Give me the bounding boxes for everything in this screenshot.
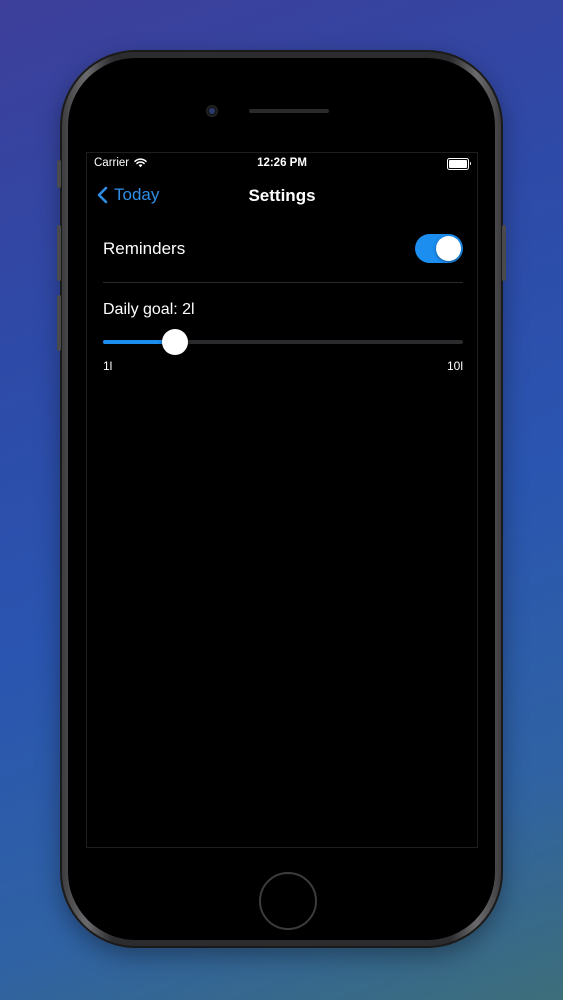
slider-thumb[interactable]	[162, 329, 189, 355]
power-button	[502, 225, 506, 281]
daily-goal-label: Daily goal: 2l	[103, 301, 195, 318]
volume-down-button	[57, 295, 61, 351]
reminders-row: Reminders	[103, 223, 463, 283]
toggle-knob	[436, 236, 461, 261]
app-screen: Carrier 12:26 PM Today Settings Reminder…	[86, 152, 478, 848]
daily-goal-slider[interactable]	[103, 329, 463, 355]
silent-switch	[57, 160, 61, 188]
reminders-label: Reminders	[103, 239, 186, 258]
reminders-toggle[interactable]	[415, 234, 463, 263]
slider-min-label: 1l	[103, 359, 113, 373]
earpiece-speaker	[249, 109, 329, 113]
status-bar: Carrier 12:26 PM	[87, 153, 477, 177]
home-button[interactable]	[259, 872, 317, 930]
battery-icon	[447, 158, 471, 170]
daily-goal-row: Daily goal: 2l 1l 10l	[103, 293, 463, 373]
page-title: Settings	[248, 186, 316, 205]
slider-max-label: 10l	[446, 359, 463, 373]
status-time: 12:26 PM	[257, 157, 307, 169]
navigation-bar: Today Settings	[87, 177, 477, 217]
volume-up-button	[57, 225, 61, 281]
front-camera	[206, 105, 218, 117]
